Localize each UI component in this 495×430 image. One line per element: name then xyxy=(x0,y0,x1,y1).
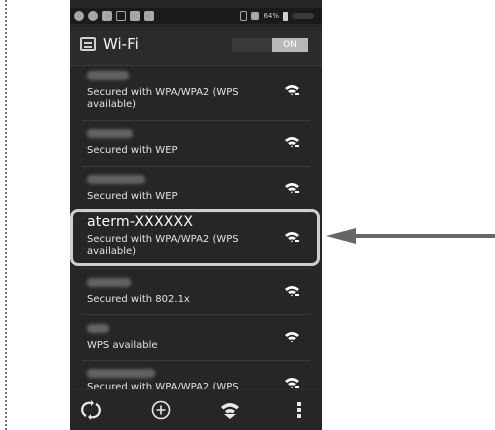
wifi-signal-icon xyxy=(285,286,299,297)
page-title: Wi-Fi xyxy=(103,35,139,53)
network-security: Secured with WEP xyxy=(87,145,178,156)
divider xyxy=(82,120,310,121)
notification-icons xyxy=(74,10,154,22)
wifi-signal-icon xyxy=(285,332,299,343)
battery-percent: 64% xyxy=(263,12,279,20)
divider xyxy=(82,314,310,315)
calendar-notification-icon xyxy=(116,11,126,21)
vibrate-icon xyxy=(240,11,248,21)
network-security: Secured with 802.1x xyxy=(87,294,190,305)
toggle-on-label: ON xyxy=(272,38,308,52)
network-item[interactable]: Secured with 802.1x xyxy=(70,270,322,314)
network-item[interactable]: Secured with WPA/WPA2 (WPS available) xyxy=(70,66,322,120)
network-item[interactable]: WPS available xyxy=(70,316,322,360)
dotted-border xyxy=(5,0,7,430)
wifi-signal-icon xyxy=(285,85,299,96)
network-name-redacted xyxy=(87,369,155,378)
network-name-redacted xyxy=(87,324,109,333)
network-security: Secured with WEP xyxy=(87,191,178,202)
network-name-redacted xyxy=(87,175,145,184)
divider xyxy=(82,268,310,269)
overflow-menu-icon[interactable] xyxy=(288,399,310,421)
signal-icon xyxy=(251,12,260,20)
wifi-direct-icon[interactable] xyxy=(219,399,241,421)
highlight-box xyxy=(70,209,320,266)
network-name-redacted xyxy=(87,71,129,80)
action-bar: Wi-Fi ON xyxy=(70,27,322,66)
network-item[interactable]: Secured with WEP xyxy=(70,168,322,212)
network-security: Secured with WPA/WPA2 (WPS available) xyxy=(87,87,239,110)
wifi-toggle[interactable]: ON xyxy=(232,38,308,52)
gallery-notification-icon xyxy=(144,11,154,21)
wifi-notification-icon xyxy=(74,11,84,21)
divider xyxy=(82,166,310,167)
network-item[interactable]: Secured with WPA/WPA2 (WPS xyxy=(70,362,322,390)
screenshot-notification-icon xyxy=(130,11,140,21)
status-bar: 64% xyxy=(70,8,322,24)
wps-push-icon[interactable] xyxy=(80,399,102,421)
pointer-arrow-icon xyxy=(326,228,495,244)
image-notification-icon xyxy=(102,11,112,21)
add-network-icon[interactable] xyxy=(150,399,172,421)
network-name-redacted xyxy=(87,278,131,287)
wifi-signal-icon xyxy=(285,137,299,148)
divider xyxy=(82,360,310,361)
network-item[interactable]: Secured with WEP xyxy=(70,122,322,166)
battery-icon xyxy=(283,11,288,21)
bottom-action-bar xyxy=(70,389,322,430)
app-notification-icon xyxy=(88,11,98,21)
network-security: WPS available xyxy=(87,340,158,351)
status-right: 64% xyxy=(240,9,314,23)
settings-icon[interactable] xyxy=(80,37,96,51)
network-name-redacted xyxy=(87,129,133,138)
wifi-signal-icon xyxy=(285,183,299,194)
clock xyxy=(292,13,314,19)
